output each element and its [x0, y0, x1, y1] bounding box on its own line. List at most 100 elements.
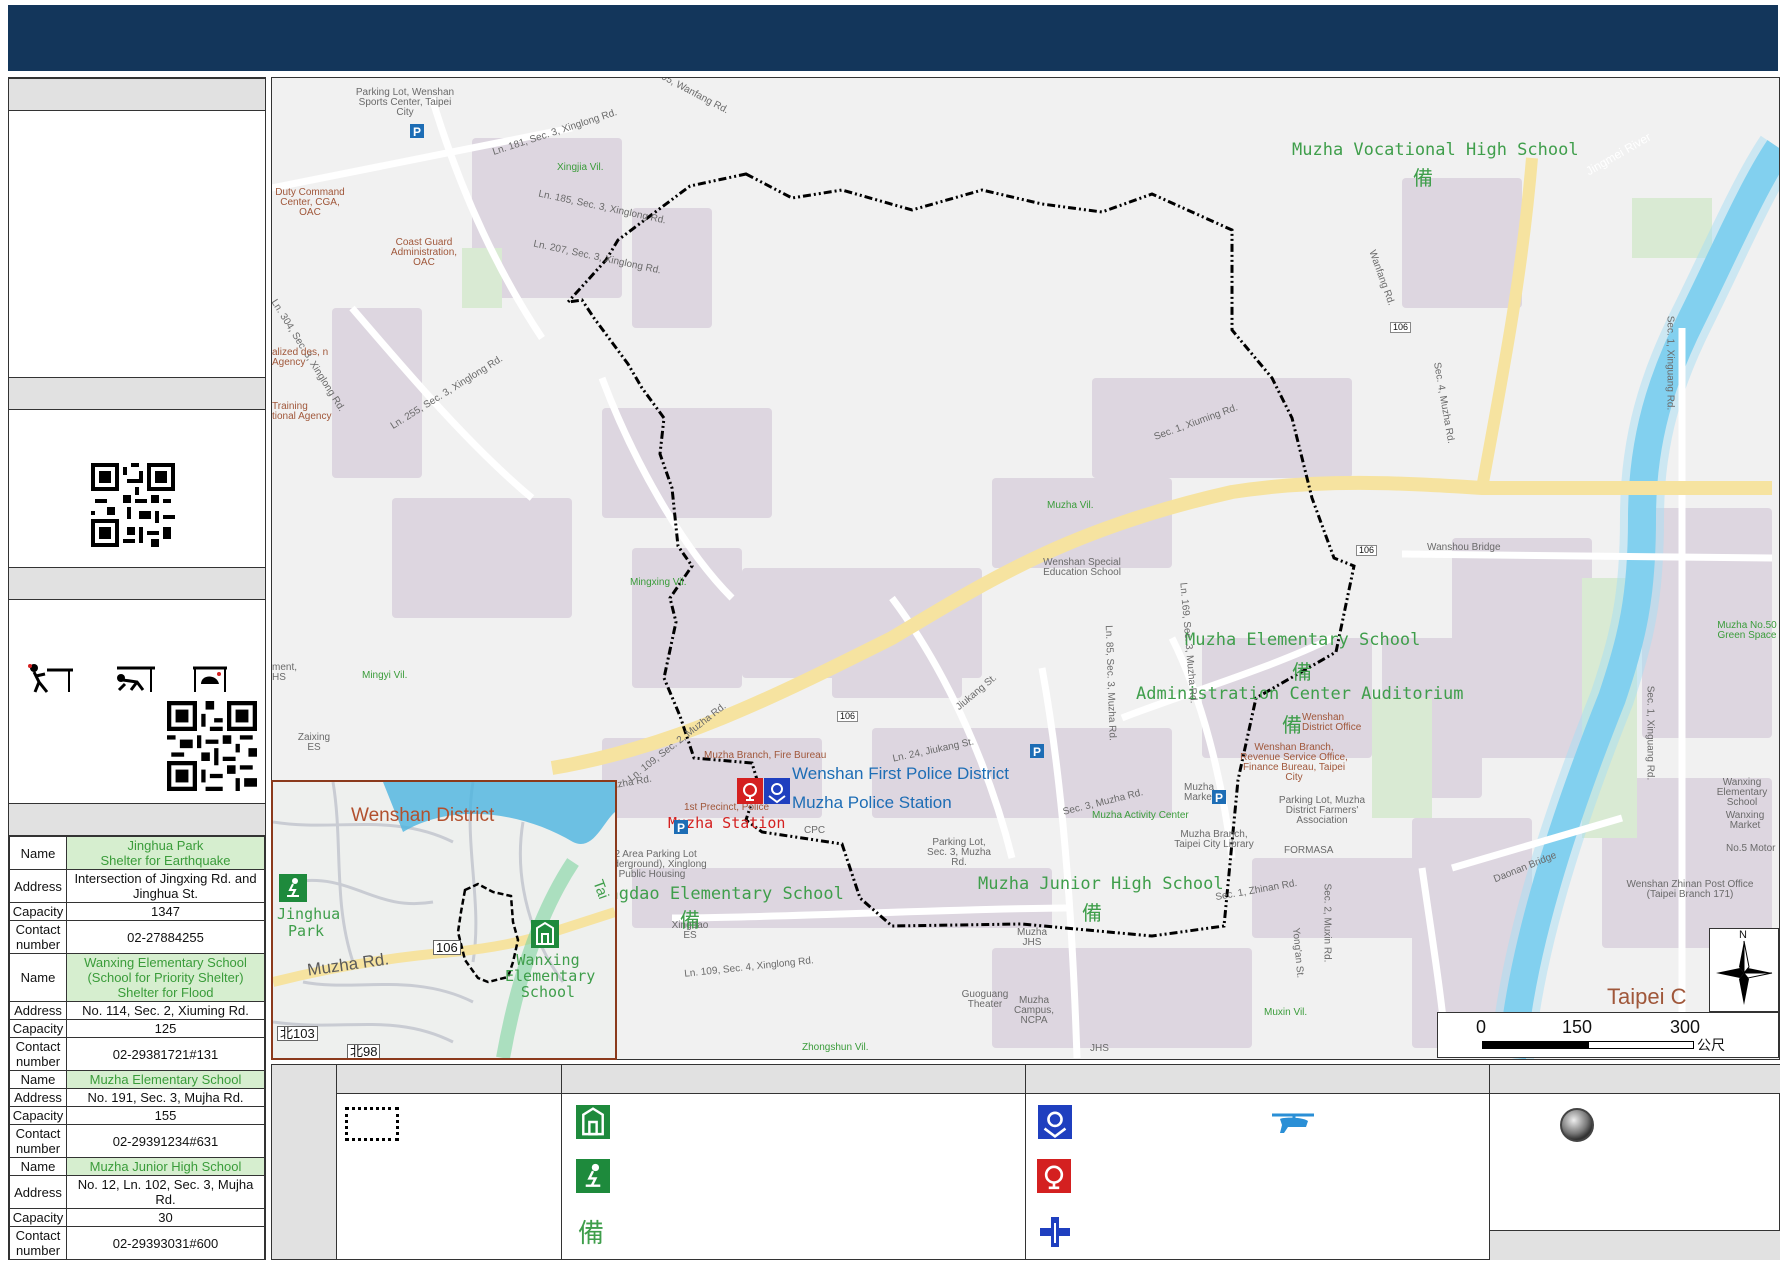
map-label: Muzha Branch, Fire Bureau	[704, 750, 827, 761]
route-shield: 106	[837, 711, 859, 722]
jinghua-park-shelter-icon[interactable]	[279, 874, 307, 902]
shelter-table: Name Jinghua Park Shelter for Earthquake …	[9, 836, 265, 1260]
map-label: Wenshan District Office	[1302, 712, 1362, 733]
shelter-contact: 02-27884255	[66, 920, 265, 954]
sidebar: Name Jinghua Park Shelter for Earthquake …	[8, 77, 266, 1260]
backup-shelter-icon[interactable]: 備	[1413, 162, 1433, 191]
road-label: Sec. 2, Muxin Rd.	[1321, 883, 1333, 963]
map-label: Zaixing ES	[297, 732, 331, 753]
backup-shelter-icon[interactable]: 備	[1282, 709, 1302, 738]
road-label: Sec. 1, Xinguang Rd.	[1664, 315, 1676, 411]
shelter-capacity: 155	[66, 1106, 265, 1125]
shelter-capacity: 30	[66, 1208, 265, 1227]
backup-shelter-icon[interactable]: 備	[1082, 897, 1102, 926]
capacity-label: Capacity	[9, 1106, 67, 1125]
table-row: Name Muzha Junior High School	[9, 1157, 265, 1176]
svg-text:P: P	[413, 125, 421, 138]
shelter-capacity: 1347	[66, 902, 265, 921]
shelter-name: Jinghua Park Shelter for Earthquake	[66, 836, 265, 870]
table-row: Capacity 1347	[9, 902, 265, 921]
sidebar-section-header	[9, 803, 265, 836]
qr-code-icon[interactable]	[91, 463, 175, 547]
map-label: alized des, n Agency	[272, 347, 329, 368]
table-row: Name Muzha Elementary School	[9, 1070, 265, 1089]
map-label: ment, HS	[272, 662, 298, 683]
contact-label: Contact number	[9, 1037, 67, 1071]
scale-segment	[1482, 1041, 1588, 1049]
parking-icon: P	[1212, 790, 1226, 804]
fire-station-icon	[1037, 1159, 1071, 1193]
capacity-label: Capacity	[9, 1019, 67, 1038]
shelter-contact: 02-29391234#631	[66, 1124, 265, 1158]
legend-header	[337, 1065, 562, 1094]
table-row: Contact number 02-29393031#600	[9, 1226, 265, 1260]
route-shield: 106	[433, 940, 461, 955]
park-label: Muzha No.50 Green Space	[1717, 620, 1777, 641]
road-label: Sec. 1, Xinguang Rd.	[1644, 685, 1656, 781]
scale-bar: 0 150 300 公尺	[1437, 1012, 1779, 1058]
fire-station-icon[interactable]	[737, 778, 763, 804]
table-row: Address Intersection of Jingxing Rd. and …	[9, 869, 265, 903]
name-label: Name	[9, 1157, 67, 1176]
legend-title-cell	[272, 1065, 336, 1259]
map-label: Training tional Agency	[272, 401, 332, 422]
map-label: Wenshan Special Education School	[1043, 557, 1121, 578]
inset-map[interactable]: Wenshan District Jinghua Park Wanxing El…	[271, 780, 617, 1060]
parking-icon: P	[674, 820, 688, 834]
capacity-label: Capacity	[9, 1208, 67, 1227]
city-label: Taipei C	[1607, 984, 1687, 1009]
bridge-label: Wanshou Bridge	[1427, 542, 1501, 553]
header-banner	[8, 5, 1778, 71]
village-label: Muxin Vil.	[1264, 1007, 1308, 1018]
medical-icon	[1040, 1217, 1070, 1247]
sidebar-section-header	[9, 567, 265, 600]
map-label: CPC	[804, 825, 826, 836]
district-label: Wenshan District	[351, 805, 495, 826]
police-station-icon	[1038, 1105, 1072, 1139]
route-shield: 106	[1390, 322, 1412, 333]
parking-icon: P	[410, 124, 424, 138]
hold-on-icon	[193, 666, 227, 692]
table-row: Address No. 114, Sec. 2, Xiuming Rd.	[9, 1001, 265, 1020]
shelter-label: Muzha Vocational High School	[1292, 140, 1579, 160]
map-label: Wanxing Market	[1725, 810, 1765, 831]
legend-header	[562, 1065, 1026, 1094]
sidebar-section-header	[9, 78, 265, 111]
police-station-icon[interactable]	[764, 778, 790, 804]
route-shield: 106	[1356, 545, 1378, 556]
backup-shelter-icon[interactable]: 備	[1292, 656, 1312, 685]
backup-shelter-icon[interactable]: 備	[680, 904, 700, 933]
map-label: Muzha Activity Center	[1092, 810, 1189, 821]
village-label: Muzha Vil.	[1047, 500, 1094, 511]
cover-icon	[117, 666, 155, 692]
shelter-contact: 02-29381721#131	[66, 1037, 265, 1071]
table-row: Name Wanxing Elementary School (School fo…	[9, 953, 265, 1002]
wanxing-school-shelter-icon[interactable]	[531, 920, 559, 948]
village-label: Xingjia Vil.	[557, 162, 604, 173]
village-label: Mingyi Vil.	[362, 670, 408, 681]
table-row: Capacity 125	[9, 1019, 265, 1038]
police-label: Muzha Police Station	[792, 793, 952, 812]
table-row: Contact number 02-29381721#131	[9, 1037, 265, 1071]
capacity-label: Capacity	[9, 902, 67, 921]
table-row: Name Jinghua Park Shelter for Earthquake	[9, 836, 265, 870]
scale-segment	[1588, 1041, 1694, 1049]
shelter-label: Xingdao Elementary School	[588, 884, 844, 904]
shelter-label: Muzha Junior High School	[978, 874, 1224, 894]
legend-header	[1490, 1065, 1780, 1094]
shelter-address: Intersection of Jingxing Rd. and Jinghua…	[66, 869, 265, 903]
qr-code-icon[interactable]	[167, 701, 257, 791]
shelter-name: Wanxing Elementary School (School for Pr…	[66, 953, 265, 1002]
shelter-name: Muzha Elementary School	[66, 1070, 265, 1089]
map-label: JHS	[1090, 1043, 1109, 1054]
sidebar-section-header	[9, 377, 265, 410]
scale-tick-label: 150	[1562, 1017, 1593, 1037]
address-label: Address	[9, 1088, 67, 1107]
address-label: Address	[9, 869, 67, 903]
backup-shelter-icon: 備	[578, 1218, 605, 1248]
address-label: Address	[9, 1001, 67, 1020]
shelter-contact: 02-29393031#600	[66, 1226, 265, 1260]
map-label: Parking Lot, Sec. 3, Muzha Rd.	[927, 837, 991, 868]
north-label: N	[1739, 929, 1747, 941]
table-row: Capacity 155	[9, 1106, 265, 1125]
